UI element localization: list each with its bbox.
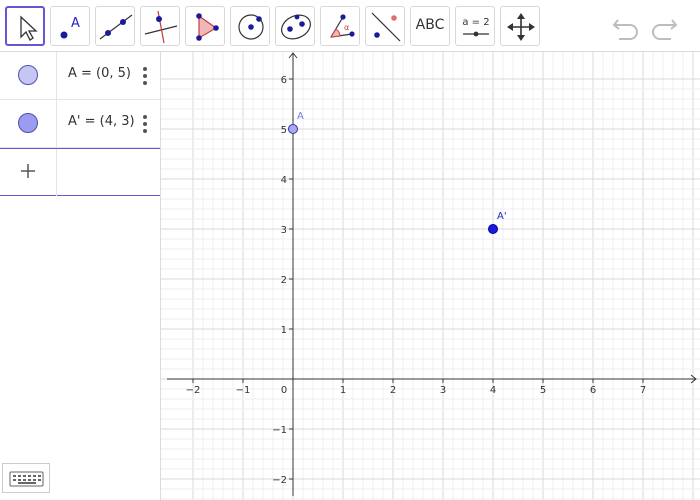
- perpendicular-line-icon: [144, 10, 178, 44]
- x-tick-label: 7: [640, 385, 646, 396]
- y-tick-label: 5: [281, 125, 287, 136]
- x-tick-label: −2: [186, 385, 201, 396]
- tool-angle[interactable]: α: [320, 6, 360, 46]
- tool-move-graphics[interactable]: [500, 6, 540, 46]
- redo-icon[interactable]: [648, 12, 680, 40]
- point-label-a: A: [297, 111, 304, 122]
- tool-circle[interactable]: [230, 6, 270, 46]
- x-tick-label: 5: [540, 385, 546, 396]
- visibility-toggle-a-prime[interactable]: [18, 113, 38, 133]
- y-tick-label: 4: [281, 175, 287, 186]
- y-tick-label: 1: [281, 325, 287, 336]
- reflect-about-line-icon: [371, 12, 401, 42]
- point-a-prime[interactable]: [488, 224, 498, 234]
- x-tick-label: 0: [281, 385, 287, 396]
- algebra-input-row[interactable]: [0, 148, 160, 196]
- tool-text[interactable]: ABC: [410, 6, 450, 46]
- tool-point[interactable]: A: [50, 6, 90, 46]
- undo-icon[interactable]: [610, 12, 642, 40]
- algebra-definition-a-prime[interactable]: A' = (4, 3): [68, 114, 135, 129]
- point-icon: A: [60, 16, 80, 39]
- tool-slider[interactable]: a = 2: [455, 6, 495, 46]
- keyboard-button[interactable]: [2, 463, 50, 493]
- y-tick-label: −1: [272, 425, 287, 436]
- visibility-toggle-a[interactable]: [18, 65, 38, 85]
- marble-cell: [0, 149, 57, 196]
- grid: [161, 52, 700, 500]
- ellipse-icon: [281, 14, 311, 40]
- point-label-a-prime: A': [497, 211, 507, 222]
- x-tick-label: 4: [490, 385, 496, 396]
- polygon-icon: [196, 13, 219, 41]
- marble-cell: [0, 52, 57, 99]
- kebab-menu-icon[interactable]: [141, 113, 149, 135]
- y-tick-label: −2: [272, 475, 287, 486]
- tool-polygon[interactable]: [185, 6, 225, 46]
- algebra-row-a-prime[interactable]: A' = (4, 3): [0, 100, 160, 148]
- tool-move[interactable]: [5, 6, 45, 46]
- tool-perpendicular[interactable]: [140, 6, 180, 46]
- graphics-view[interactable]: −2 −1 0 1 2 3 4 5 6 7 6 5 4 3 2 1 −1 −2 A A': [161, 52, 700, 500]
- y-tick-label: 2: [281, 275, 287, 286]
- tool-ellipse[interactable]: [275, 6, 315, 46]
- algebra-view: A = (0, 5) A' = (4, 3): [0, 52, 161, 500]
- slider-icon-label: a = 2: [462, 17, 489, 28]
- tool-line[interactable]: [95, 6, 135, 46]
- keyboard-icon: [9, 471, 44, 487]
- angle-icon: α: [330, 14, 355, 38]
- line-through-two-points-icon: [99, 14, 133, 40]
- circle-center-point-icon: [238, 14, 264, 40]
- y-tick-label: 6: [281, 75, 287, 86]
- y-tick-label: 3: [281, 225, 287, 236]
- x-tick-label: 6: [590, 385, 596, 396]
- tool-text-label: ABC: [415, 17, 445, 33]
- toolbar: A α ABC a = 2: [0, 0, 700, 52]
- kebab-menu-icon[interactable]: [141, 65, 149, 87]
- point-a[interactable]: [288, 124, 298, 134]
- x-tick-label: 3: [440, 385, 446, 396]
- tool-reflect[interactable]: [365, 6, 405, 46]
- x-tick-label: 1: [340, 385, 346, 396]
- slider-icon: a = 2: [462, 17, 490, 37]
- marble-cell: [0, 100, 57, 147]
- move-graphics-view-icon: [507, 13, 535, 41]
- x-tick-labels: −2 −1 0 1 2 3 4 5 6 7: [186, 379, 646, 396]
- algebra-row-a[interactable]: A = (0, 5): [0, 52, 160, 100]
- move-arrow-icon: [20, 15, 38, 41]
- point-icon-letter: A: [71, 16, 80, 31]
- angle-icon-letter: α: [344, 23, 349, 32]
- x-tick-label: −1: [236, 385, 251, 396]
- x-tick-label: 2: [390, 385, 396, 396]
- algebra-definition-a[interactable]: A = (0, 5): [68, 66, 131, 81]
- plus-icon[interactable]: [19, 162, 37, 180]
